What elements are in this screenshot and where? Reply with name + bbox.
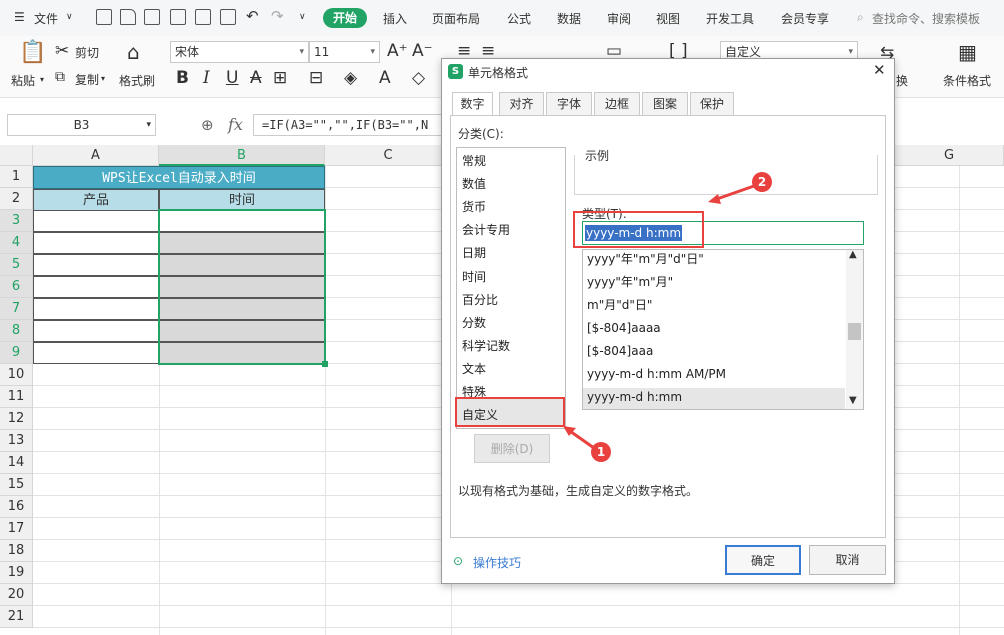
marker-1: 1 xyxy=(591,442,611,462)
arrow-2 xyxy=(713,184,755,202)
annotation-arrows xyxy=(563,184,755,450)
marker-2: 2 xyxy=(752,172,772,192)
arrow-2-head xyxy=(708,194,721,204)
